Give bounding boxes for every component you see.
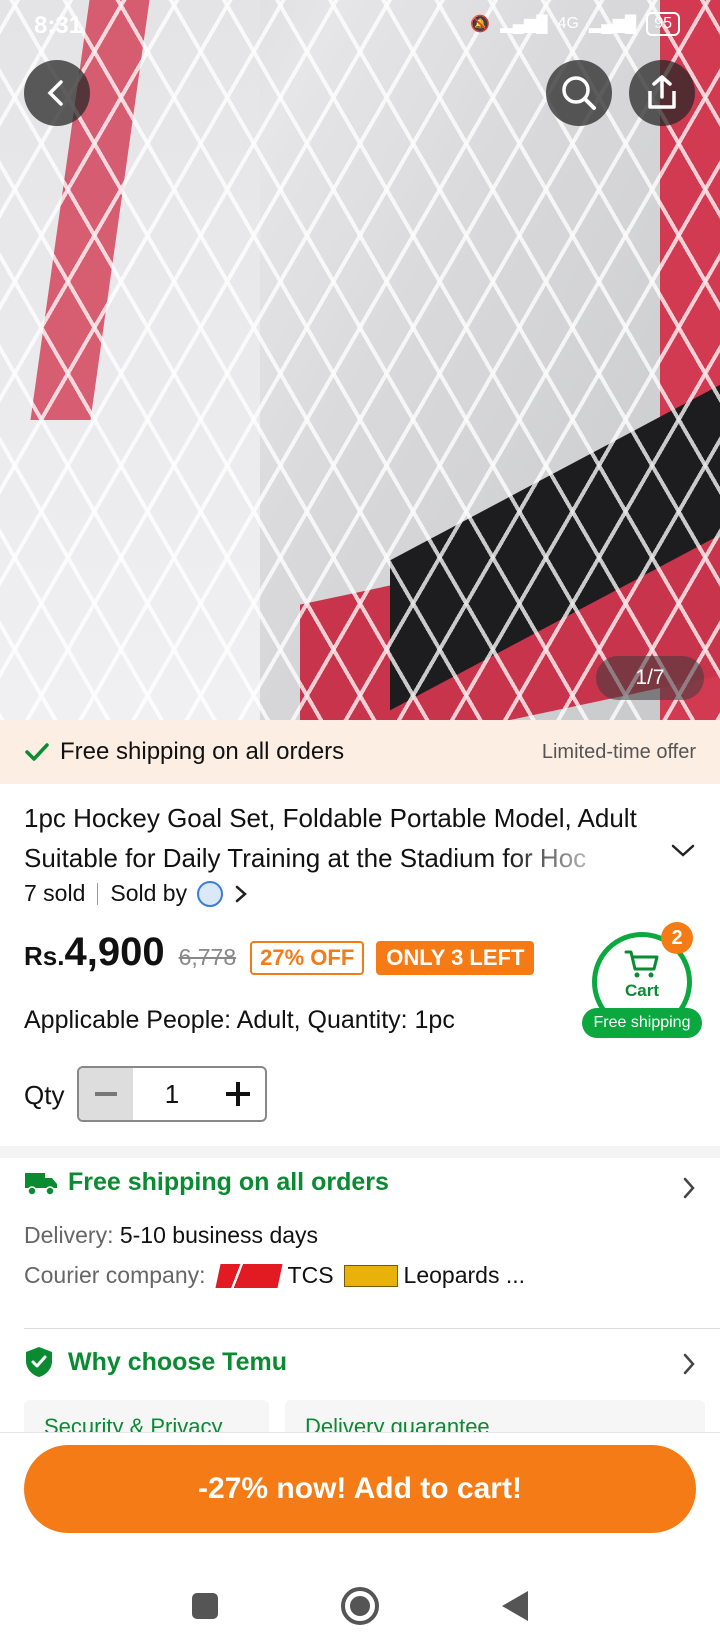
quantity-stepper: 1 <box>77 1066 267 1122</box>
security-card-label: Security & Privacy <box>44 1414 223 1432</box>
section-divider <box>0 1146 720 1158</box>
title-line-1: 1pc Hockey Goal Set, Foldable Portable M… <box>24 803 637 833</box>
mute-icon: 🔕 <box>470 16 491 33</box>
signal-icon: ▂▄▆█ <box>500 16 548 33</box>
delivery-info: Delivery: 5-10 business days <box>24 1222 318 1249</box>
status-icons: 🔕 ▂▄▆█ 4G ▂▄▆█ 95 <box>470 12 680 36</box>
image-net <box>0 0 720 720</box>
sold-count: 7 sold <box>24 880 86 906</box>
discount-badge: 27% OFF <box>250 941 365 975</box>
expand-title-icon[interactable] <box>670 842 696 860</box>
image-counter: 1/7 <box>596 656 704 700</box>
system-nav-bar <box>0 1562 720 1650</box>
sales-meta: 7 sold Sold by <box>24 880 251 907</box>
delivery-card-label: Delivery guarantee <box>305 1414 490 1432</box>
increase-qty-button[interactable] <box>211 1068 265 1120</box>
courier-tcs: TCS <box>287 1262 334 1288</box>
truck-icon <box>25 1172 57 1196</box>
leopards-logo-icon <box>343 1264 398 1287</box>
home-icon[interactable] <box>340 1586 380 1626</box>
shield-check-icon <box>26 1347 52 1377</box>
delivery-label: Delivery: <box>24 1222 114 1248</box>
seller-logo-icon[interactable] <box>197 880 224 907</box>
courier-info: Courier company: TCS Leopards ... <box>24 1262 525 1289</box>
title-line-2: Suitable for Daily Training at the Stadi… <box>24 843 587 873</box>
original-price: 6,778 <box>178 944 237 970</box>
cart-free-shipping-pill: Free shipping <box>582 1008 702 1038</box>
why-choose-title: Why choose Temu <box>68 1347 288 1376</box>
check-icon <box>25 743 49 761</box>
tcs-logo-icon <box>214 1263 283 1288</box>
stock-badge: ONLY 3 LEFT <box>376 941 535 975</box>
security-privacy-card[interactable]: Security & Privacy <box>24 1400 269 1432</box>
sold-by-label: Sold by <box>110 880 188 906</box>
qty-value[interactable]: 1 <box>133 1068 211 1120</box>
search-button[interactable] <box>546 60 612 126</box>
price-row: Rs. 4,900 6,778 27% OFF ONLY 3 LEFT <box>24 930 535 975</box>
network-label: 4G <box>557 15 579 32</box>
share-button[interactable] <box>629 60 695 126</box>
variant-info[interactable]: Applicable People: Adult, Quantity: 1pc <box>24 1006 455 1035</box>
why-chevron-icon[interactable] <box>680 1352 698 1376</box>
meta-divider <box>97 882 99 905</box>
product-image[interactable]: 8:31 🔕 ▂▄▆█ 4G ▂▄▆█ 95 1/7 <box>0 0 720 720</box>
back-button[interactable] <box>24 60 90 126</box>
qty-label: Qty <box>24 1080 65 1110</box>
courier-leopards: Leopards ... <box>403 1262 525 1288</box>
status-bar: 8:31 🔕 ▂▄▆█ 4G ▂▄▆█ 95 <box>0 0 720 52</box>
status-time: 8:31 <box>34 12 83 39</box>
back-nav-icon[interactable] <box>500 1589 530 1623</box>
why-choose-header[interactable]: Why choose Temu <box>24 1346 287 1378</box>
plus-icon <box>226 1082 250 1106</box>
add-to-cart-button[interactable]: -27% now! Add to cart! <box>24 1445 696 1533</box>
decrease-qty-button[interactable] <box>79 1068 133 1120</box>
cart-count-badge: 2 <box>661 922 693 954</box>
limited-offer-text: Limited-time offer <box>541 740 696 763</box>
shipping-chevron-icon[interactable] <box>680 1176 698 1200</box>
battery-icon: 95 <box>646 12 680 36</box>
signal2-icon: ▂▄▆█ <box>588 16 637 33</box>
courier-label: Courier company: <box>24 1262 206 1288</box>
free-shipping-banner: Free shipping on all orders Limited-time… <box>0 720 720 784</box>
cart-icon <box>624 950 659 978</box>
banner-text: Free shipping on all orders <box>60 738 345 765</box>
shipping-section-title: Free shipping on all orders <box>68 1168 389 1196</box>
minus-icon <box>95 1092 117 1096</box>
share-icon <box>648 75 676 109</box>
section-divider-line <box>24 1328 720 1329</box>
price-currency: Rs. <box>24 941 65 971</box>
search-icon <box>562 76 596 110</box>
cart-label: Cart <box>624 981 659 1000</box>
product-title[interactable]: 1pc Hockey Goal Set, Foldable Portable M… <box>24 798 684 878</box>
delivery-value: 5-10 business days <box>119 1222 319 1248</box>
recents-icon[interactable] <box>190 1591 220 1621</box>
price-value: 4,900 <box>64 930 165 974</box>
shipping-section-header[interactable]: Free shipping on all orders <box>24 1168 389 1197</box>
chevron-left-icon <box>47 80 63 106</box>
seller-chevron-icon[interactable] <box>231 884 251 904</box>
delivery-guarantee-card[interactable]: Delivery guarantee <box>285 1400 705 1432</box>
